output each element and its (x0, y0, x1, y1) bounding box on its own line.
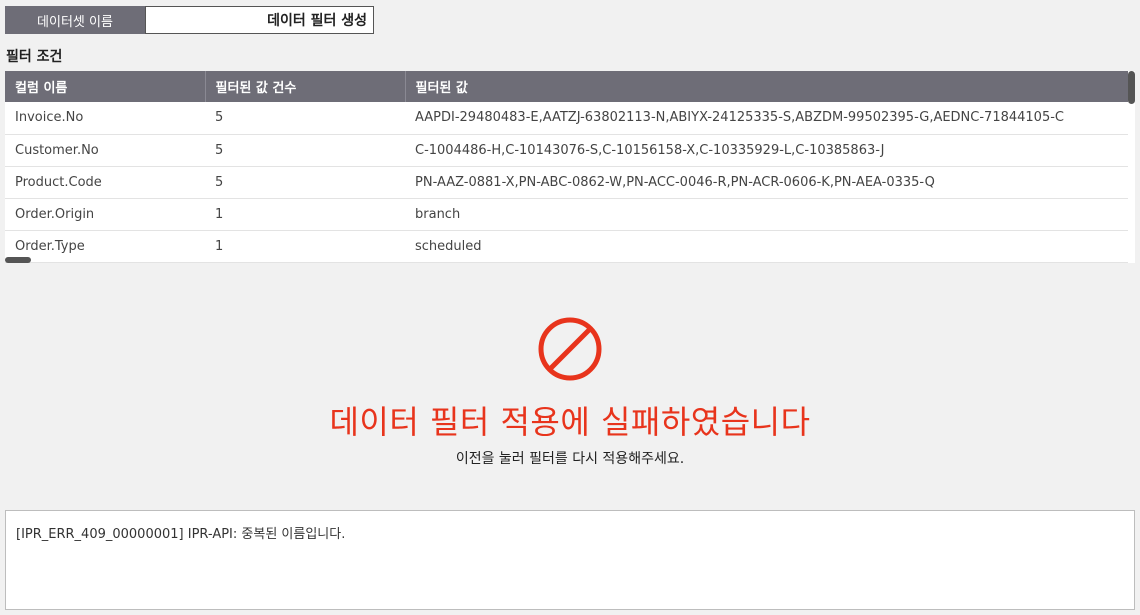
cell-column-name: Invoice.No (5, 102, 205, 135)
error-title: 데이터 필터 적용에 실패하였습니다 (329, 403, 811, 441)
error-log-box[interactable]: [IPR_ERR_409_00000001] IPR-API: 중복된 이름입니… (5, 510, 1135, 610)
vertical-scrollbar[interactable] (1128, 71, 1135, 104)
error-subtitle: 이전을 눌러 필터를 다시 적용해주세요. (455, 451, 685, 467)
cell-count: 5 (205, 102, 405, 135)
table-row[interactable]: Order.Origin 1 branch (5, 198, 1128, 231)
cell-values: branch (405, 198, 1128, 231)
table-row[interactable]: Order.Type 1 scheduled (5, 230, 1128, 263)
column-header-count: 필터된 값 건수 (204, 71, 405, 102)
cell-column-name: Product.Code (5, 166, 205, 199)
cell-column-name: Order.Origin (5, 198, 205, 231)
cell-values: C-1004486-H,C-10143076-S,C-10156158-X,C-… (405, 134, 1128, 167)
table-row[interactable]: Customer.No 5 C-1004486-H,C-10143076-S,C… (5, 134, 1128, 167)
cell-count: 5 (205, 166, 405, 199)
filter-conditions-table[interactable]: 컬럼 이름 필터된 값 건수 필터된 값 Invoice.No 5 AAPDI-… (5, 71, 1135, 263)
prohibited-icon (537, 316, 603, 382)
dataset-name-label: 데이터셋 이름 (5, 6, 145, 34)
cell-values: AAPDI-29480483-E,AATZJ-63802113-N,ABIYX-… (405, 102, 1128, 135)
cell-values: PN-AAZ-0881-X,PN-ABC-0862-W,PN-ACC-0046-… (405, 166, 1128, 199)
cell-count: 1 (205, 198, 405, 231)
error-log-message: [IPR_ERR_409_00000001] IPR-API: 중복된 이름입니… (16, 527, 346, 542)
cell-count: 1 (205, 230, 405, 263)
table-row[interactable]: Product.Code 5 PN-AAZ-0881-X,PN-ABC-0862… (5, 166, 1128, 199)
column-header-name: 컬럼 이름 (5, 71, 205, 102)
cell-column-name: Order.Type (5, 230, 205, 263)
filter-conditions-title: 필터 조건 (6, 49, 63, 65)
dataset-name-row: 데이터셋 이름 데이터 필터 생성 (5, 6, 374, 34)
cell-values: scheduled (405, 230, 1128, 263)
cell-count: 5 (205, 134, 405, 167)
column-header-values: 필터된 값 (404, 71, 1128, 102)
table-header-row: 컬럼 이름 필터된 값 건수 필터된 값 (5, 71, 1128, 102)
cell-column-name: Customer.No (5, 134, 205, 167)
dataset-name-field[interactable]: 데이터 필터 생성 (145, 6, 374, 34)
horizontal-scrollbar[interactable] (5, 257, 31, 263)
table-row[interactable]: Invoice.No 5 AAPDI-29480483-E,AATZJ-6380… (5, 102, 1128, 135)
